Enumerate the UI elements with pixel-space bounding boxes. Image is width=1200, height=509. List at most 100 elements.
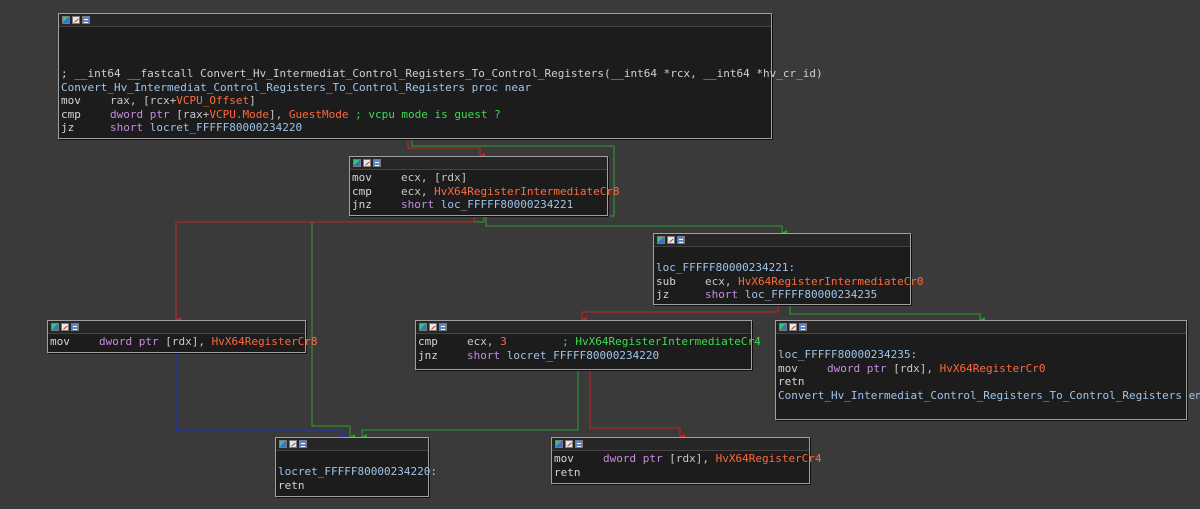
node-header [59,14,771,27]
node-list-icon[interactable] [82,16,90,24]
operand: [rdx], [662,452,716,465]
jump-target[interactable]: locret_FFFFF80000234220 [500,349,659,362]
instruction-line[interactable]: jz short locret_FFFFF80000234220 [61,121,769,135]
graph-overview-icon[interactable] [62,16,70,24]
set-cr4-node[interactable]: mov dword ptr [rdx], HvX64RegisterCr4 ret… [551,437,822,484]
operand-size-keyword: dword ptr [110,107,170,121]
instruction-line[interactable]: retn [778,375,1184,389]
loc-235-node[interactable]: loc_FFFFF80000234235: mov dword ptr [rdx]… [775,320,1200,420]
instruction-line[interactable]: jz short loc_FFFFF80000234235 [656,288,908,302]
symbol[interactable]: VCPU_Offset [176,94,249,107]
operand: ecx, [401,184,435,198]
instruction-line[interactable]: mov dword ptr [rdx], HvX64RegisterCr0 [778,362,1184,376]
mnemonic: mov [778,361,798,375]
inline-comment: ; HvX64RegisterIntermediateCr4 [562,335,761,348]
immediate-value: 3 [500,335,507,348]
mnemonic: jnz [352,198,372,211]
edit-node-icon[interactable] [565,440,573,448]
edit-node-icon[interactable] [429,323,437,331]
proc-declaration[interactable]: Convert_Hv_Intermediat_Control_Registers… [61,81,769,95]
mnemonic: mov [50,335,70,348]
graph-overview-icon[interactable] [779,323,787,331]
operand: ecx, [467,335,501,348]
edit-node-icon[interactable] [72,16,80,24]
operand: ], [268,107,289,121]
symbol[interactable]: HvX64RegisterIntermediateCr8 [434,185,619,198]
edge-set-cr8-to-locret [175,351,345,440]
check-cr8-node[interactable]: mov ecx, [rdx] cmp ecx, HvX64RegisterInter… [349,156,620,216]
node-list-icon[interactable] [439,323,447,331]
operand-size-keyword: short [705,288,739,301]
operand: rax, [rcx+ [110,94,177,107]
instruction-line[interactable]: jnz short loc_FFFFF80000234221 [352,198,605,212]
mnemonic: jz [61,121,75,134]
symbol[interactable]: VCPU.Mode [209,108,269,121]
mnemonic: cmp [61,107,81,121]
mnemonic: jz [656,288,670,301]
node-list-icon[interactable] [799,323,807,331]
node-list-icon[interactable] [71,323,79,331]
edit-node-icon[interactable] [789,323,797,331]
graph-overview-icon[interactable] [279,440,287,448]
symbol[interactable]: HvX64RegisterCr4 [716,452,822,465]
locret-220-node[interactable]: locret_FFFFF80000234220: retn [275,437,437,497]
node-list-icon[interactable] [575,440,583,448]
graph-overview-icon[interactable] [555,440,563,448]
operand: ] [249,94,256,107]
jump-target[interactable]: loc_FFFFF80000234221 [434,198,573,211]
edit-node-icon[interactable] [289,440,297,448]
code-label[interactable]: locret_FFFFF80000234220: [278,465,437,479]
edit-node-icon[interactable] [667,236,675,244]
graph-overview-icon[interactable] [419,323,427,331]
node-list-icon[interactable] [373,159,381,167]
node-list-icon[interactable] [299,440,307,448]
mnemonic: mov [554,452,574,465]
operand: [rdx], [886,361,940,375]
instruction-line[interactable]: mov ecx, [rdx] [352,171,605,185]
set-cr8-node[interactable]: mov dword ptr [rdx], HvX64RegisterCr8 [47,320,318,353]
instruction-line[interactable]: mov rax, [rcx+VCPU_Offset] [61,94,769,108]
mnemonic: mov [61,94,81,107]
inline-comment: ; vcpu mode is guest ? [348,107,501,121]
code-label[interactable]: loc_FFFFF80000234235: [778,348,1184,362]
symbol[interactable]: HvX64RegisterIntermediateCr0 [738,275,923,288]
operand-size-keyword: dword ptr [603,452,663,465]
mnemonic: jnz [418,348,438,362]
node-header [776,321,1186,334]
instruction-line[interactable]: sub ecx, HvX64RegisterIntermediateCr0 [656,275,924,289]
symbol[interactable]: HvX64RegisterCr8 [212,335,318,348]
graph-overview-icon[interactable] [353,159,361,167]
operand-size-keyword: short [401,198,435,211]
graph-overview-icon[interactable] [51,323,59,331]
mnemonic: cmp [352,184,372,198]
symbol[interactable]: GuestMode [289,108,349,121]
instruction-line[interactable]: jnz short locret_FFFFF80000234220 [418,349,749,363]
instruction-line[interactable]: mov dword ptr [rdx], HvX64RegisterCr4 [554,452,822,466]
edge-check-cr8-to-set-cr8 [175,214,475,323]
instruction-line[interactable]: mov dword ptr [rdx], HvX64RegisterCr8 [50,335,318,349]
mnemonic: mov [352,171,372,184]
proc-end-declaration[interactable]: Convert_Hv_Intermediat_Control_Registers… [778,389,1200,403]
node-header [48,321,305,334]
mnemonic: retn [554,465,581,479]
instruction-line[interactable]: cmp ecx, 3 ; HvX64RegisterIntermediateCr4 [418,335,761,349]
instruction-line[interactable]: retn [554,466,807,480]
instruction-line[interactable]: cmp ecx, HvX64RegisterIntermediateCr8 [352,184,620,199]
jump-target[interactable]: loc_FFFFF80000234235 [738,288,877,301]
code-label[interactable]: loc_FFFFF80000234221: [656,261,908,275]
node-header [552,438,809,451]
node-list-icon[interactable] [677,236,685,244]
edit-node-icon[interactable] [61,323,69,331]
graph-overview-icon[interactable] [657,236,665,244]
entry-node[interactable]: ; __int64 __fastcall Convert_Hv_Intermed… [58,13,823,139]
instruction-line[interactable]: cmp dword ptr [rax+VCPU.Mode], GuestMode … [61,108,769,122]
loc-221-node[interactable]: loc_FFFFF80000234221: sub ecx, HvX64Regis… [653,233,924,305]
operand-size-keyword: short [110,121,144,134]
symbol[interactable]: HvX64RegisterCr0 [940,362,1046,375]
instruction-line[interactable]: retn [278,479,426,493]
edge-check-cr8-to-loc-221 [485,214,787,236]
check-cr4-node[interactable]: cmp ecx, 3; HvX64RegisterIntermediateCr4 … [415,320,761,370]
function-signature-comment: ; __int64 __fastcall Convert_Hv_Intermed… [61,67,823,80]
edit-node-icon[interactable] [363,159,371,167]
jump-target[interactable]: locret_FFFFF80000234220 [143,121,302,134]
